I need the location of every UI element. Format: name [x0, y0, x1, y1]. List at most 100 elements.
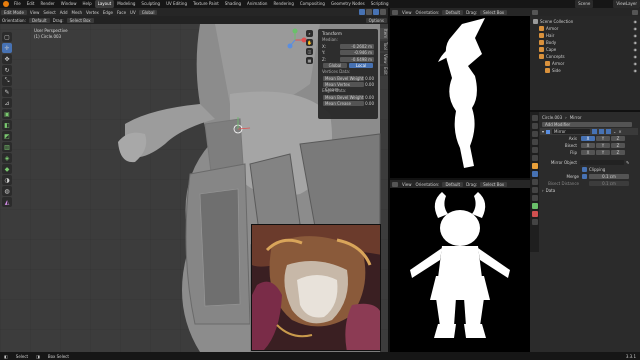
visibility-eye-icon[interactable]: ◉ [634, 47, 640, 52]
outliner-item[interactable]: Cape ◉ [530, 46, 640, 53]
visibility-eye-icon[interactable]: ◉ [634, 19, 640, 24]
bisect-distance-field[interactable]: 0.1 cm [589, 181, 629, 186]
workspace-tab-rendering[interactable]: Rendering [270, 0, 296, 8]
workspace-tab-sculpting[interactable]: Sculpting [138, 0, 163, 8]
workspace-tab-scripting[interactable]: Scripting [368, 0, 392, 8]
output-properties-icon[interactable] [531, 131, 538, 137]
axis-y-toggle[interactable]: Y [596, 136, 610, 141]
loopcut-tool-icon[interactable]: ▥ [2, 142, 12, 152]
flip-y-toggle[interactable]: Y [596, 150, 610, 155]
shear-tool-icon[interactable]: ◭ [2, 197, 12, 207]
median-y-field[interactable]: -0.946 m [340, 50, 374, 56]
viewport-toggle-icon[interactable] [599, 129, 605, 134]
sidebar-tab-view[interactable]: View [380, 52, 388, 65]
particles-properties-icon[interactable] [531, 179, 538, 185]
outliner-filter-icon[interactable] [632, 9, 638, 15]
outliner-type-icon[interactable] [532, 9, 538, 15]
modifier-properties-icon[interactable] [531, 171, 538, 177]
render-properties-icon[interactable] [531, 123, 538, 129]
image-editor-bottom-orientation-dropdown[interactable]: Default [442, 181, 464, 187]
axis-x-toggle[interactable]: X [581, 136, 595, 141]
workspace-tab-compositing[interactable]: Compositing [297, 0, 328, 8]
collapse-chevron-icon[interactable]: ▾ [542, 129, 544, 134]
mean-crease-field[interactable]: Mean Crease [323, 101, 365, 107]
mean-vertex-crease-field[interactable]: Mean Vertex Crease [323, 82, 365, 92]
local-button[interactable]: Local [349, 63, 373, 69]
workspace-tab-texture-paint[interactable]: Texture Paint [190, 0, 222, 8]
outliner-item[interactable]: Concepts ◉ [530, 53, 640, 60]
viewport-menu-view[interactable]: View [28, 10, 42, 15]
median-z-field[interactable]: -0.6498 m [340, 56, 374, 62]
workspace-tab-modeling[interactable]: Modeling [114, 0, 138, 8]
menu-file[interactable]: File [11, 0, 24, 8]
inset-tool-icon[interactable]: ◧ [2, 120, 12, 130]
viewport-menu-mesh[interactable]: Mesh [70, 10, 85, 15]
modifier-name-field[interactable]: Mirror [552, 129, 591, 134]
object-properties-icon[interactable] [531, 163, 538, 169]
clipping-checkbox[interactable] [582, 167, 587, 172]
workspace-tab-animation[interactable]: Animation [244, 0, 270, 8]
viewport-menu-edge[interactable]: Edge [101, 10, 115, 15]
image-editor-top[interactable] [390, 16, 530, 178]
transform-orientation-selector[interactable]: Global [138, 9, 158, 15]
eyedropper-icon[interactable]: ✎ [624, 160, 629, 165]
sidebar-tab-item[interactable]: Item [380, 28, 388, 40]
mean-bevel-weight-vertex-field[interactable]: Mean Bevel Weight [323, 75, 365, 81]
viewport-menu-select[interactable]: Select [41, 10, 57, 15]
view-layer-selector[interactable]: ViewLayer [613, 0, 640, 8]
viewport-menu-add[interactable]: Add [58, 10, 70, 15]
zoom-icon[interactable]: ⌕ [306, 30, 313, 37]
constraints-properties-icon[interactable] [531, 195, 538, 201]
sidebar-tab-edit[interactable]: Edit [380, 66, 388, 77]
mean-bevel-weight-edge-field[interactable]: Mean Bevel Weight [323, 94, 365, 100]
viewport-shading-icons[interactable] [357, 9, 388, 15]
measure-tool-icon[interactable]: ⊿ [2, 98, 12, 108]
viewport-menu-face[interactable]: Face [115, 10, 128, 15]
image-editor-bottom-type-icon[interactable] [392, 181, 398, 187]
bisect-x-toggle[interactable]: X [581, 143, 595, 148]
modifier-menu-icon[interactable]: ⌄ [613, 129, 616, 134]
extrude-tool-icon[interactable]: ▣ [2, 109, 12, 119]
camera-icon[interactable]: ◫ [306, 48, 313, 55]
image-editor-bottom-view-menu[interactable]: View [400, 182, 414, 187]
render-toggle-icon[interactable] [606, 129, 612, 134]
modifier-close-icon[interactable]: × [618, 129, 621, 134]
viewport-menu-vertex[interactable]: Vertex [84, 10, 101, 15]
menu-render[interactable]: Render [37, 0, 57, 8]
options-dropdown[interactable]: Options [365, 17, 387, 23]
image-editor-bottom[interactable] [390, 188, 530, 352]
visibility-eye-icon[interactable]: ◉ [634, 26, 640, 31]
bevel-tool-icon[interactable]: ◩ [2, 131, 12, 141]
spin-tool-icon[interactable]: ◑ [2, 175, 12, 185]
annotate-tool-icon[interactable]: ✎ [2, 87, 12, 97]
texture-properties-icon[interactable] [531, 219, 538, 225]
menu-edit[interactable]: Edit [24, 0, 38, 8]
visibility-eye-icon[interactable]: ◉ [634, 68, 640, 73]
image-editor-bottom-drag-dropdown[interactable]: Select Box [480, 181, 508, 187]
physics-properties-icon[interactable] [531, 187, 538, 193]
outliner-item[interactable]: Armor ◉ [530, 25, 640, 32]
solid-shading-icon[interactable] [373, 9, 379, 15]
drag-dropdown[interactable]: Select Box [66, 17, 94, 23]
view-layer-properties-icon[interactable] [531, 139, 538, 145]
overlay-icon[interactable] [359, 9, 365, 15]
visibility-eye-icon[interactable]: ◉ [634, 40, 640, 45]
smooth-tool-icon[interactable]: ◍ [2, 186, 12, 196]
flip-x-toggle[interactable]: X [581, 150, 595, 155]
tool-properties-icon[interactable] [531, 115, 538, 121]
rotate-tool-icon[interactable]: ↻ [2, 65, 12, 75]
visibility-eye-icon[interactable]: ◉ [634, 61, 640, 66]
scale-tool-icon[interactable]: ⤡ [2, 76, 12, 86]
polybuild-tool-icon[interactable]: ◆ [2, 164, 12, 174]
add-modifier-button[interactable]: Add Modifier [542, 122, 632, 127]
image-editor-top-drag-dropdown[interactable]: Select Box [480, 9, 508, 15]
sidebar-tab-tool[interactable]: Tool [380, 41, 388, 51]
select-tool-icon[interactable]: ▢ [2, 32, 12, 42]
editmode-toggle-icon[interactable] [592, 129, 598, 134]
world-properties-icon[interactable] [531, 155, 538, 161]
menu-window[interactable]: Window [58, 0, 80, 8]
axis-gizmo-icon[interactable] [282, 28, 308, 52]
data-subpanel-header[interactable]: › Data [540, 187, 638, 194]
workspace-tab-uv-editing[interactable]: UV Editing [163, 0, 190, 8]
viewport-menu-uv[interactable]: UV [128, 10, 138, 15]
